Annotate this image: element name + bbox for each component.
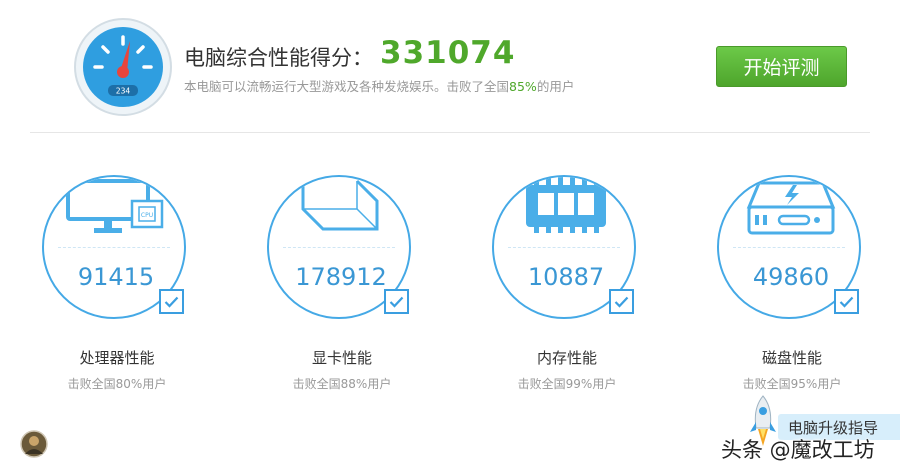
score-title: 电脑综合性能得分： bbox=[184, 46, 373, 70]
cpu-score: 91415 bbox=[77, 263, 155, 291]
memory-score: 10887 bbox=[527, 263, 605, 291]
check-icon bbox=[159, 289, 184, 314]
check-icon bbox=[834, 289, 859, 314]
watermark: 头条 @魔改工坊 bbox=[721, 438, 875, 462]
score-description: 本电脑可以流畅运行大型游戏及各种发烧娱乐。击败了全国85%的用户 bbox=[184, 76, 574, 95]
svg-text:CPU: CPU bbox=[141, 212, 153, 219]
check-icon bbox=[384, 289, 409, 314]
score-desc-percent: 85% bbox=[509, 79, 537, 94]
gpu-card-title: 显卡性能 bbox=[311, 349, 372, 367]
memory-card-subtitle: 击败全国99%用户 bbox=[517, 377, 617, 391]
total-score: 331074 bbox=[380, 35, 516, 71]
cpu-card-title: 处理器性能 bbox=[79, 349, 155, 367]
gauge-readout: 234 bbox=[116, 87, 131, 96]
disk-card-subtitle: 击败全国95%用户 bbox=[742, 377, 842, 391]
disk-card-title: 磁盘性能 bbox=[761, 349, 822, 367]
graphics-card-icon bbox=[301, 179, 379, 231]
score-desc-text: 本电脑可以流畅运行大型游戏及各种发烧娱乐。击败了全国 bbox=[184, 79, 510, 94]
cpu-card-subtitle: 击败全国80%用户 bbox=[67, 377, 167, 391]
avatar-icon[interactable] bbox=[20, 430, 48, 458]
divider bbox=[30, 132, 870, 133]
gpu-card-subtitle: 击败全国88%用户 bbox=[292, 377, 392, 391]
disk-drive-icon bbox=[746, 181, 836, 235]
check-icon bbox=[609, 289, 634, 314]
gpu-score: 178912 bbox=[295, 263, 387, 291]
score-desc-suffix: 的用户 bbox=[536, 79, 575, 94]
disk-score: 49860 bbox=[752, 263, 830, 291]
memory-card-title: 内存性能 bbox=[536, 349, 597, 367]
performance-gauge-icon: 234 bbox=[74, 18, 172, 116]
memory-module-icon bbox=[526, 177, 606, 233]
cpu-monitor-icon: CPU bbox=[66, 179, 164, 233]
start-benchmark-button[interactable]: 开始评测 bbox=[716, 46, 847, 87]
